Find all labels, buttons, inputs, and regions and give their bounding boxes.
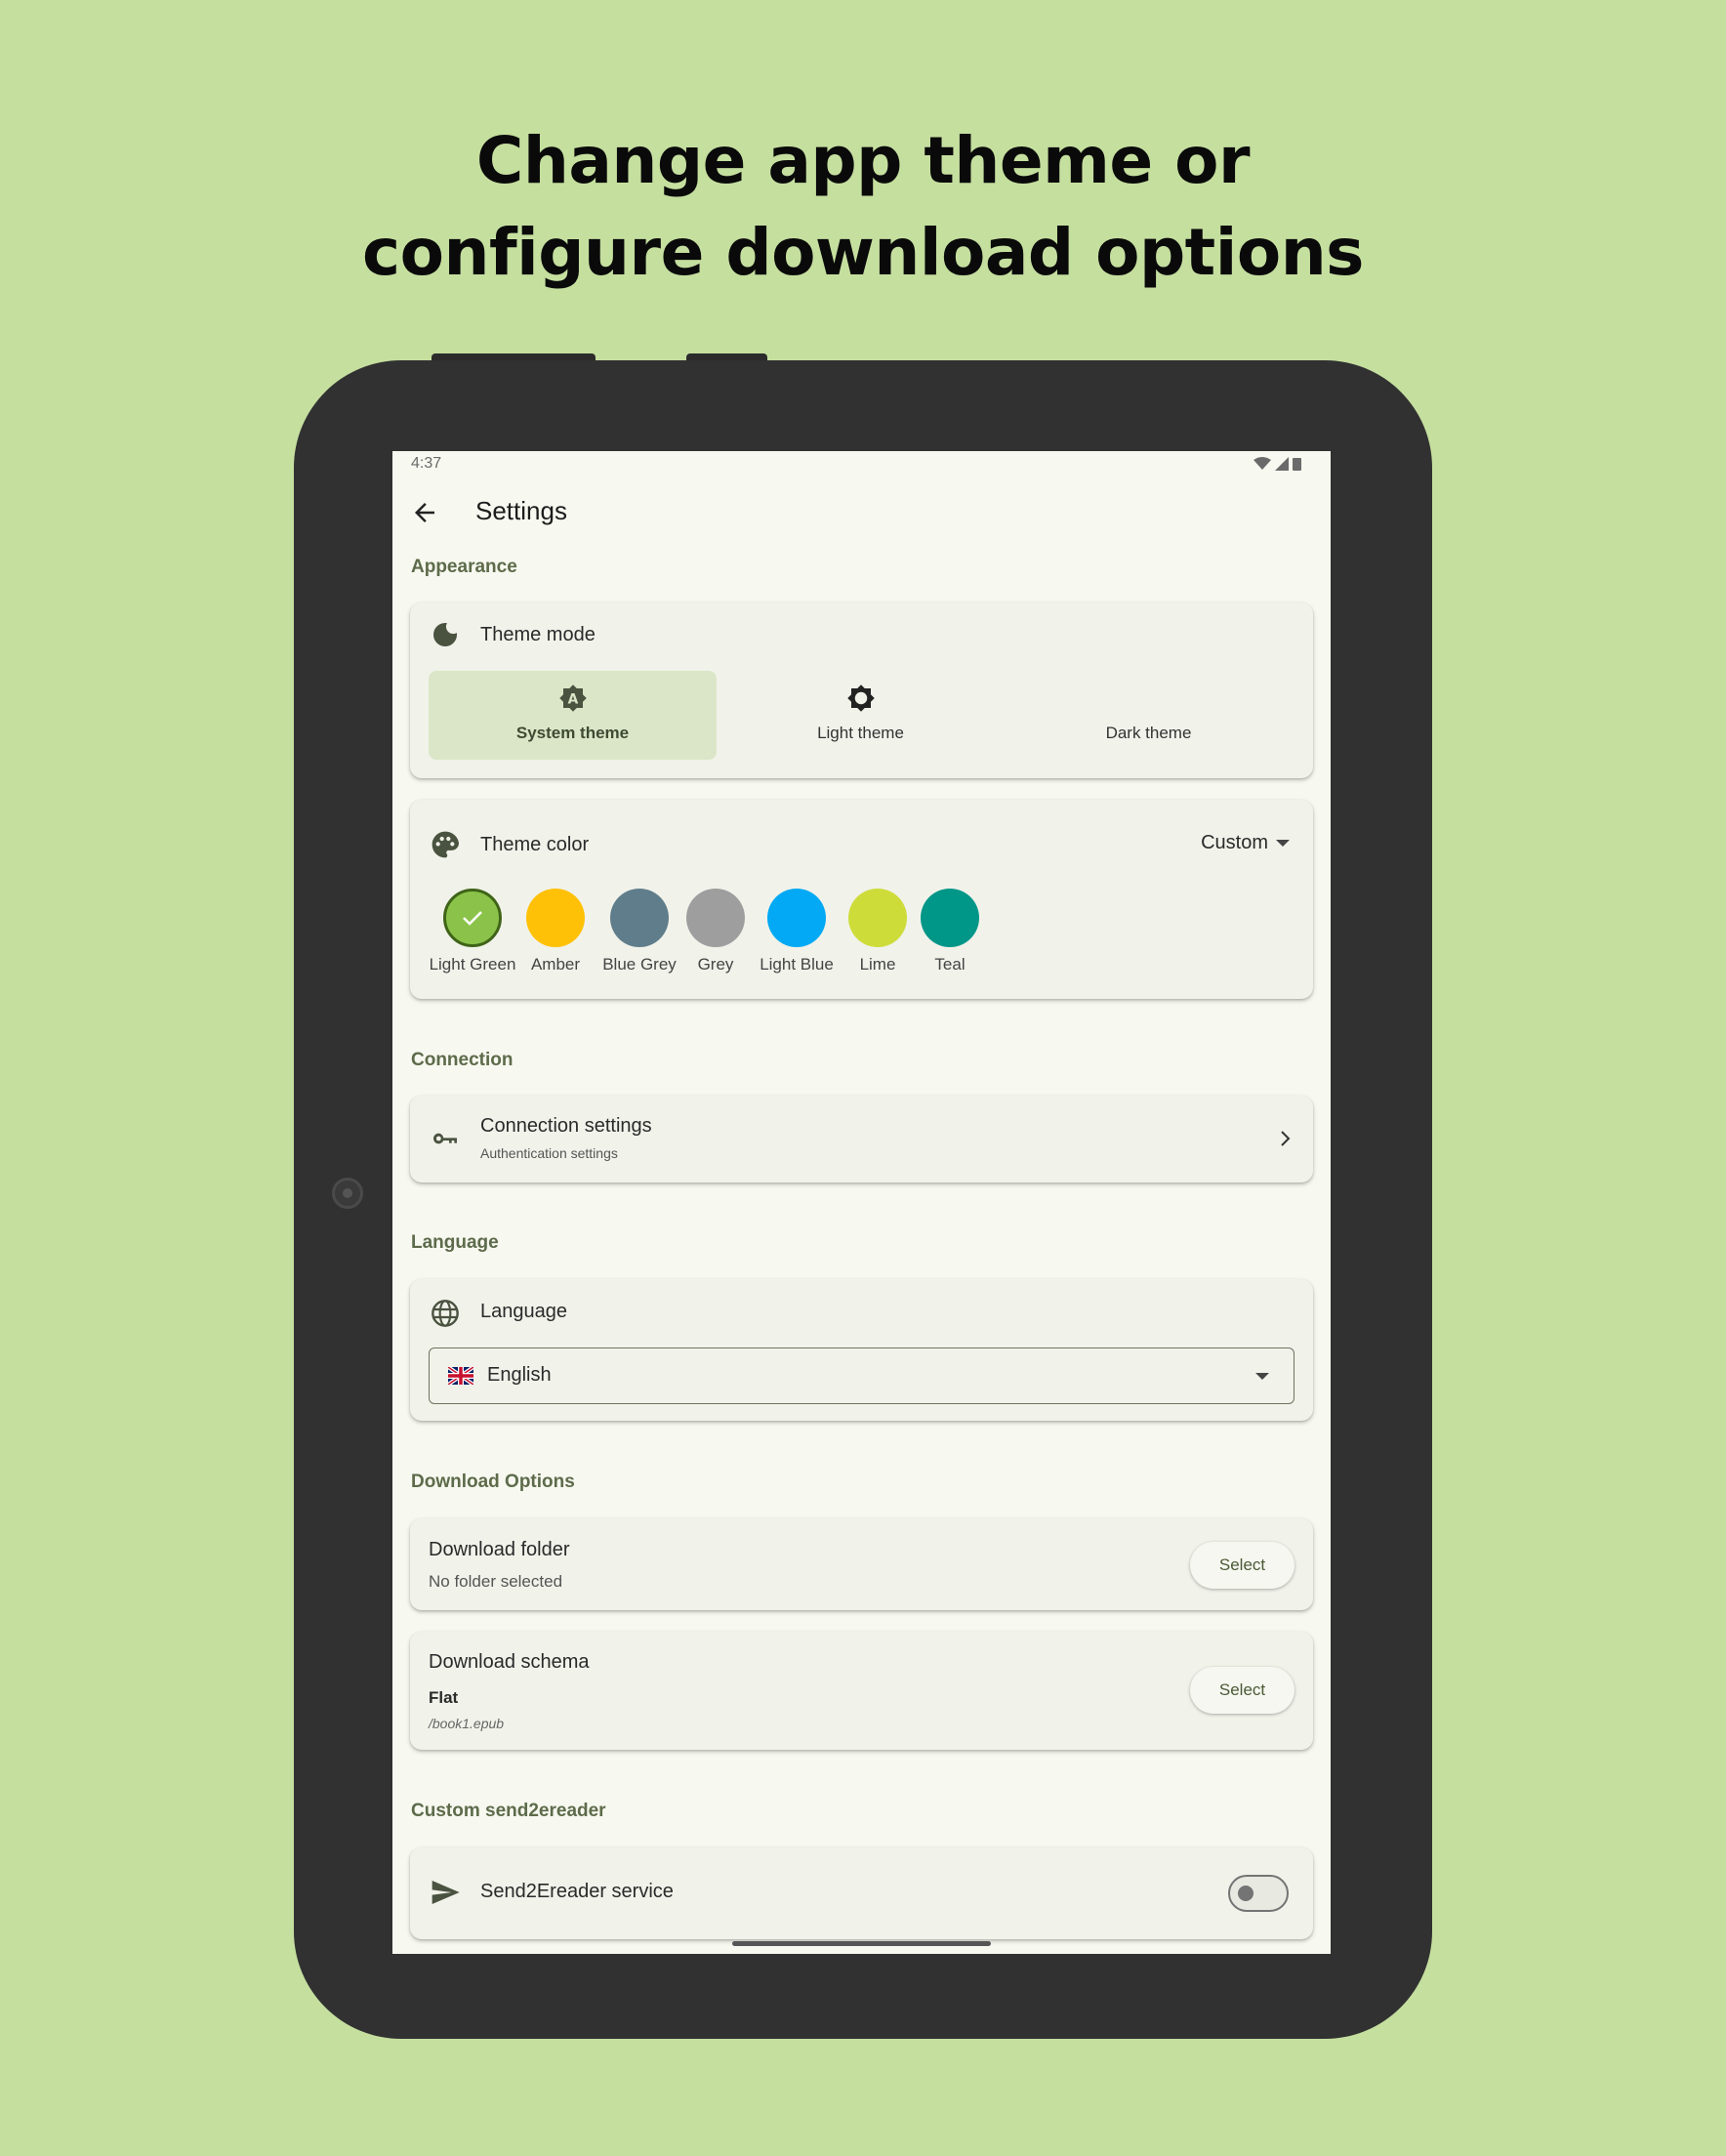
arrow-back-icon[interactable] <box>410 498 439 527</box>
send-icon <box>432 1881 460 1904</box>
language-dropdown[interactable]: English <box>429 1348 1294 1404</box>
download-folder-value: No folder selected <box>429 1572 563 1591</box>
camera-icon <box>332 1178 363 1209</box>
toggle-knob <box>1238 1886 1253 1901</box>
swatch-label: Lime <box>859 955 896 974</box>
theme-option-system[interactable]: A System theme <box>429 671 717 760</box>
swatch-lime[interactable]: Lime <box>848 889 907 974</box>
send2ereader-toggle[interactable] <box>1228 1875 1289 1912</box>
device-screen: 4:37 Settings Appearance Theme mode A Sy… <box>392 451 1331 1954</box>
connection-settings-title: Connection settings <box>480 1115 652 1137</box>
section-send2ereader: Custom send2ereader <box>411 1801 606 1821</box>
battery-icon <box>1293 458 1301 471</box>
home-indicator[interactable] <box>732 1941 991 1946</box>
send2ereader-title: Send2Ereader service <box>480 1881 674 1902</box>
theme-color-mode-value: Custom <box>1201 832 1268 853</box>
theme-option-label: Dark theme <box>1105 724 1192 742</box>
section-language: Language <box>411 1232 499 1253</box>
language-value: English <box>487 1364 552 1386</box>
theme-option-dark[interactable]: Dark theme <box>1005 671 1293 760</box>
section-connection: Connection <box>411 1050 514 1070</box>
section-appearance: Appearance <box>411 557 517 577</box>
arrow-drop-down-icon <box>1255 1373 1269 1380</box>
swatch-dot <box>848 889 907 947</box>
wifi-icon <box>1253 457 1271 470</box>
section-download-options: Download Options <box>411 1472 575 1492</box>
download-schema-value: Flat <box>429 1688 459 1707</box>
swatch-dot <box>610 889 669 947</box>
signal-icon <box>1275 457 1289 471</box>
theme-color-mode-dropdown[interactable]: Custom <box>1201 832 1290 854</box>
theme-mode-card: Theme mode A System theme Light theme Da… <box>410 602 1313 778</box>
connection-settings-item[interactable]: Connection settings Authentication setti… <box>410 1096 1313 1182</box>
swatch-dot <box>443 889 502 947</box>
swatch-light-green[interactable]: Light Green <box>429 889 516 974</box>
download-schema-card: Download schema Flat /book1.epub Select <box>410 1632 1313 1750</box>
theme-option-label: System theme <box>515 724 630 742</box>
download-folder-title: Download folder <box>429 1539 570 1560</box>
moon-icon <box>1146 685 1159 711</box>
swatch-dot <box>526 889 585 947</box>
theme-color-title: Theme color <box>480 834 590 855</box>
key-icon <box>432 1133 457 1144</box>
page-title: Settings <box>475 496 567 525</box>
swatch-teal[interactable]: Teal <box>921 889 979 974</box>
status-time: 4:37 <box>411 455 442 472</box>
chevron-right-icon <box>1281 1131 1291 1146</box>
download-folder-select-button[interactable]: Select <box>1190 1542 1294 1589</box>
swatch-dot <box>921 889 979 947</box>
sun-icon <box>847 684 875 712</box>
swatch-label: Teal <box>934 955 966 974</box>
download-schema-select-button[interactable]: Select <box>1190 1667 1294 1714</box>
headline: Change app theme or configure download o… <box>0 115 1726 299</box>
swatch-label: Grey <box>697 955 734 974</box>
download-folder-card: Download folder No folder selected Selec… <box>410 1518 1313 1610</box>
swatch-label: Amber <box>530 955 581 974</box>
swatch-light-blue[interactable]: Light Blue <box>758 889 836 974</box>
connection-settings-subtitle: Authentication settings <box>480 1145 618 1161</box>
theme-option-light[interactable]: Light theme <box>717 671 1005 760</box>
arrow-drop-down-icon <box>1276 839 1290 847</box>
swatch-label: Blue Grey <box>602 955 677 974</box>
theme-option-label: Light theme <box>817 724 904 742</box>
language-title: Language <box>480 1301 567 1322</box>
swatch-dot <box>767 889 826 947</box>
swatch-blue-grey[interactable]: Blue Grey <box>600 889 678 974</box>
swatch-label: Light Blue <box>760 955 834 974</box>
swatch-grey[interactable]: Grey <box>686 889 745 974</box>
headline-line-1: Change app theme or <box>475 123 1251 198</box>
check-icon <box>463 911 482 926</box>
moon-icon <box>433 623 457 646</box>
theme-color-card: Theme color Custom Light Green Amber Blu… <box>410 800 1313 999</box>
palette-icon <box>432 831 459 858</box>
auto-brightness-icon: A <box>559 684 587 712</box>
language-card: Language English <box>410 1279 1313 1421</box>
swatch-label: Light Green <box>429 955 516 974</box>
status-icons <box>1253 457 1301 471</box>
download-schema-example: /book1.epub <box>429 1716 505 1731</box>
app-bar: Settings <box>392 488 1331 537</box>
send2ereader-item: Send2Ereader service <box>410 1847 1313 1939</box>
swatch-amber[interactable]: Amber <box>526 889 585 974</box>
svg-text:A: A <box>568 692 579 708</box>
globe-icon <box>432 1300 459 1327</box>
headline-line-2: configure download options <box>362 215 1364 290</box>
download-schema-title: Download schema <box>429 1651 590 1673</box>
theme-mode-title: Theme mode <box>480 624 596 645</box>
swatch-dot <box>686 889 745 947</box>
uk-flag-icon <box>448 1367 473 1385</box>
